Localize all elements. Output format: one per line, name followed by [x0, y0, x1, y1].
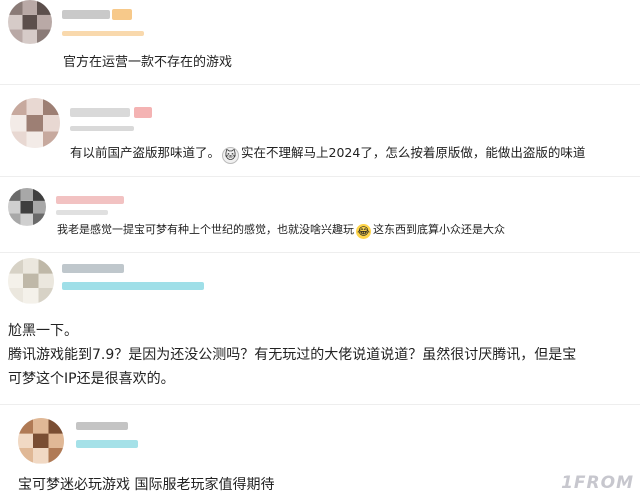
- comment-text-part: 实在不理解马上2024了，怎么按着原版做，能做出盗版的味道: [241, 145, 586, 160]
- comment-item: 有以前国产盗版那味道了。 🐱 实在不理解马上2024了，怎么按着原版做，能做出盗版的…: [0, 90, 640, 172]
- user-badge: [56, 210, 108, 215]
- username-blurred[interactable]: [62, 264, 124, 273]
- badge-stripe: [70, 126, 134, 131]
- divider: [0, 84, 640, 85]
- avatar[interactable]: [10, 98, 60, 148]
- comment-item: 我老是感觉一提宝可梦有种上个世纪的感觉，也就没啥兴趣玩 😂 这东西到底算小众还是大众: [0, 178, 640, 250]
- user-badge: [112, 9, 132, 20]
- comment-text-part: 我老是感觉一提宝可梦有种上个世纪的感觉，也就没啥兴趣玩: [57, 223, 354, 236]
- comment-text-line: 腾讯游戏能到7.9？是因为还没公测吗？有无玩过的大佬说道说道？虽然很讨厌腾讯，但…: [8, 347, 577, 363]
- divider: [0, 176, 640, 177]
- avatar[interactable]: [18, 418, 64, 464]
- badge-stripe: [62, 31, 144, 36]
- divider: [0, 252, 640, 253]
- username-blurred[interactable]: [62, 10, 110, 19]
- comment-text: 我老是感觉一提宝可梦有种上个世纪的感觉，也就没啥兴趣玩 😂 这东西到底算小众还是大众: [57, 221, 505, 239]
- username-blurred[interactable]: [56, 196, 124, 204]
- avatar[interactable]: [8, 0, 52, 44]
- divider: [0, 404, 640, 405]
- laughing-emoji-icon: 😂: [356, 224, 371, 239]
- comment-text: 有以前国产盗版那味道了。 🐱 实在不理解马上2024了，怎么按着原版做，能做出盗版的…: [70, 142, 585, 164]
- user-badge: [76, 440, 138, 448]
- comment-text: 宝可梦迷必玩游戏 国际服老玩家值得期待: [18, 477, 275, 493]
- cat-face-emoji-icon: 🐱: [222, 147, 240, 164]
- comment-item: 宝可梦迷必玩游戏 国际服老玩家值得期待: [0, 410, 640, 499]
- avatar[interactable]: [8, 188, 46, 226]
- comment-item: 官方在运营一款不存在的游戏: [0, 0, 640, 82]
- comment-text-part: 有以前国产盗版那味道了。: [70, 145, 221, 160]
- user-badge: [62, 282, 204, 290]
- username-blurred[interactable]: [76, 422, 128, 430]
- watermark-logo: 1FROM: [561, 473, 634, 493]
- username-blurred[interactable]: [70, 108, 130, 117]
- avatar[interactable]: [8, 258, 54, 304]
- comment-item: 尬黑一下。 腾讯游戏能到7.9？是因为还没公测吗？有无玩过的大佬说道说道？虽然很…: [0, 254, 640, 404]
- user-badge: [134, 107, 152, 118]
- comment-text-line: 尬黑一下。: [8, 323, 78, 339]
- comment-text: 官方在运营一款不存在的游戏: [63, 55, 233, 70]
- comment-text-part: 这东西到底算小众还是大众: [373, 223, 505, 236]
- comment-text-line: 可梦这个IP还是很喜欢的。: [8, 371, 175, 387]
